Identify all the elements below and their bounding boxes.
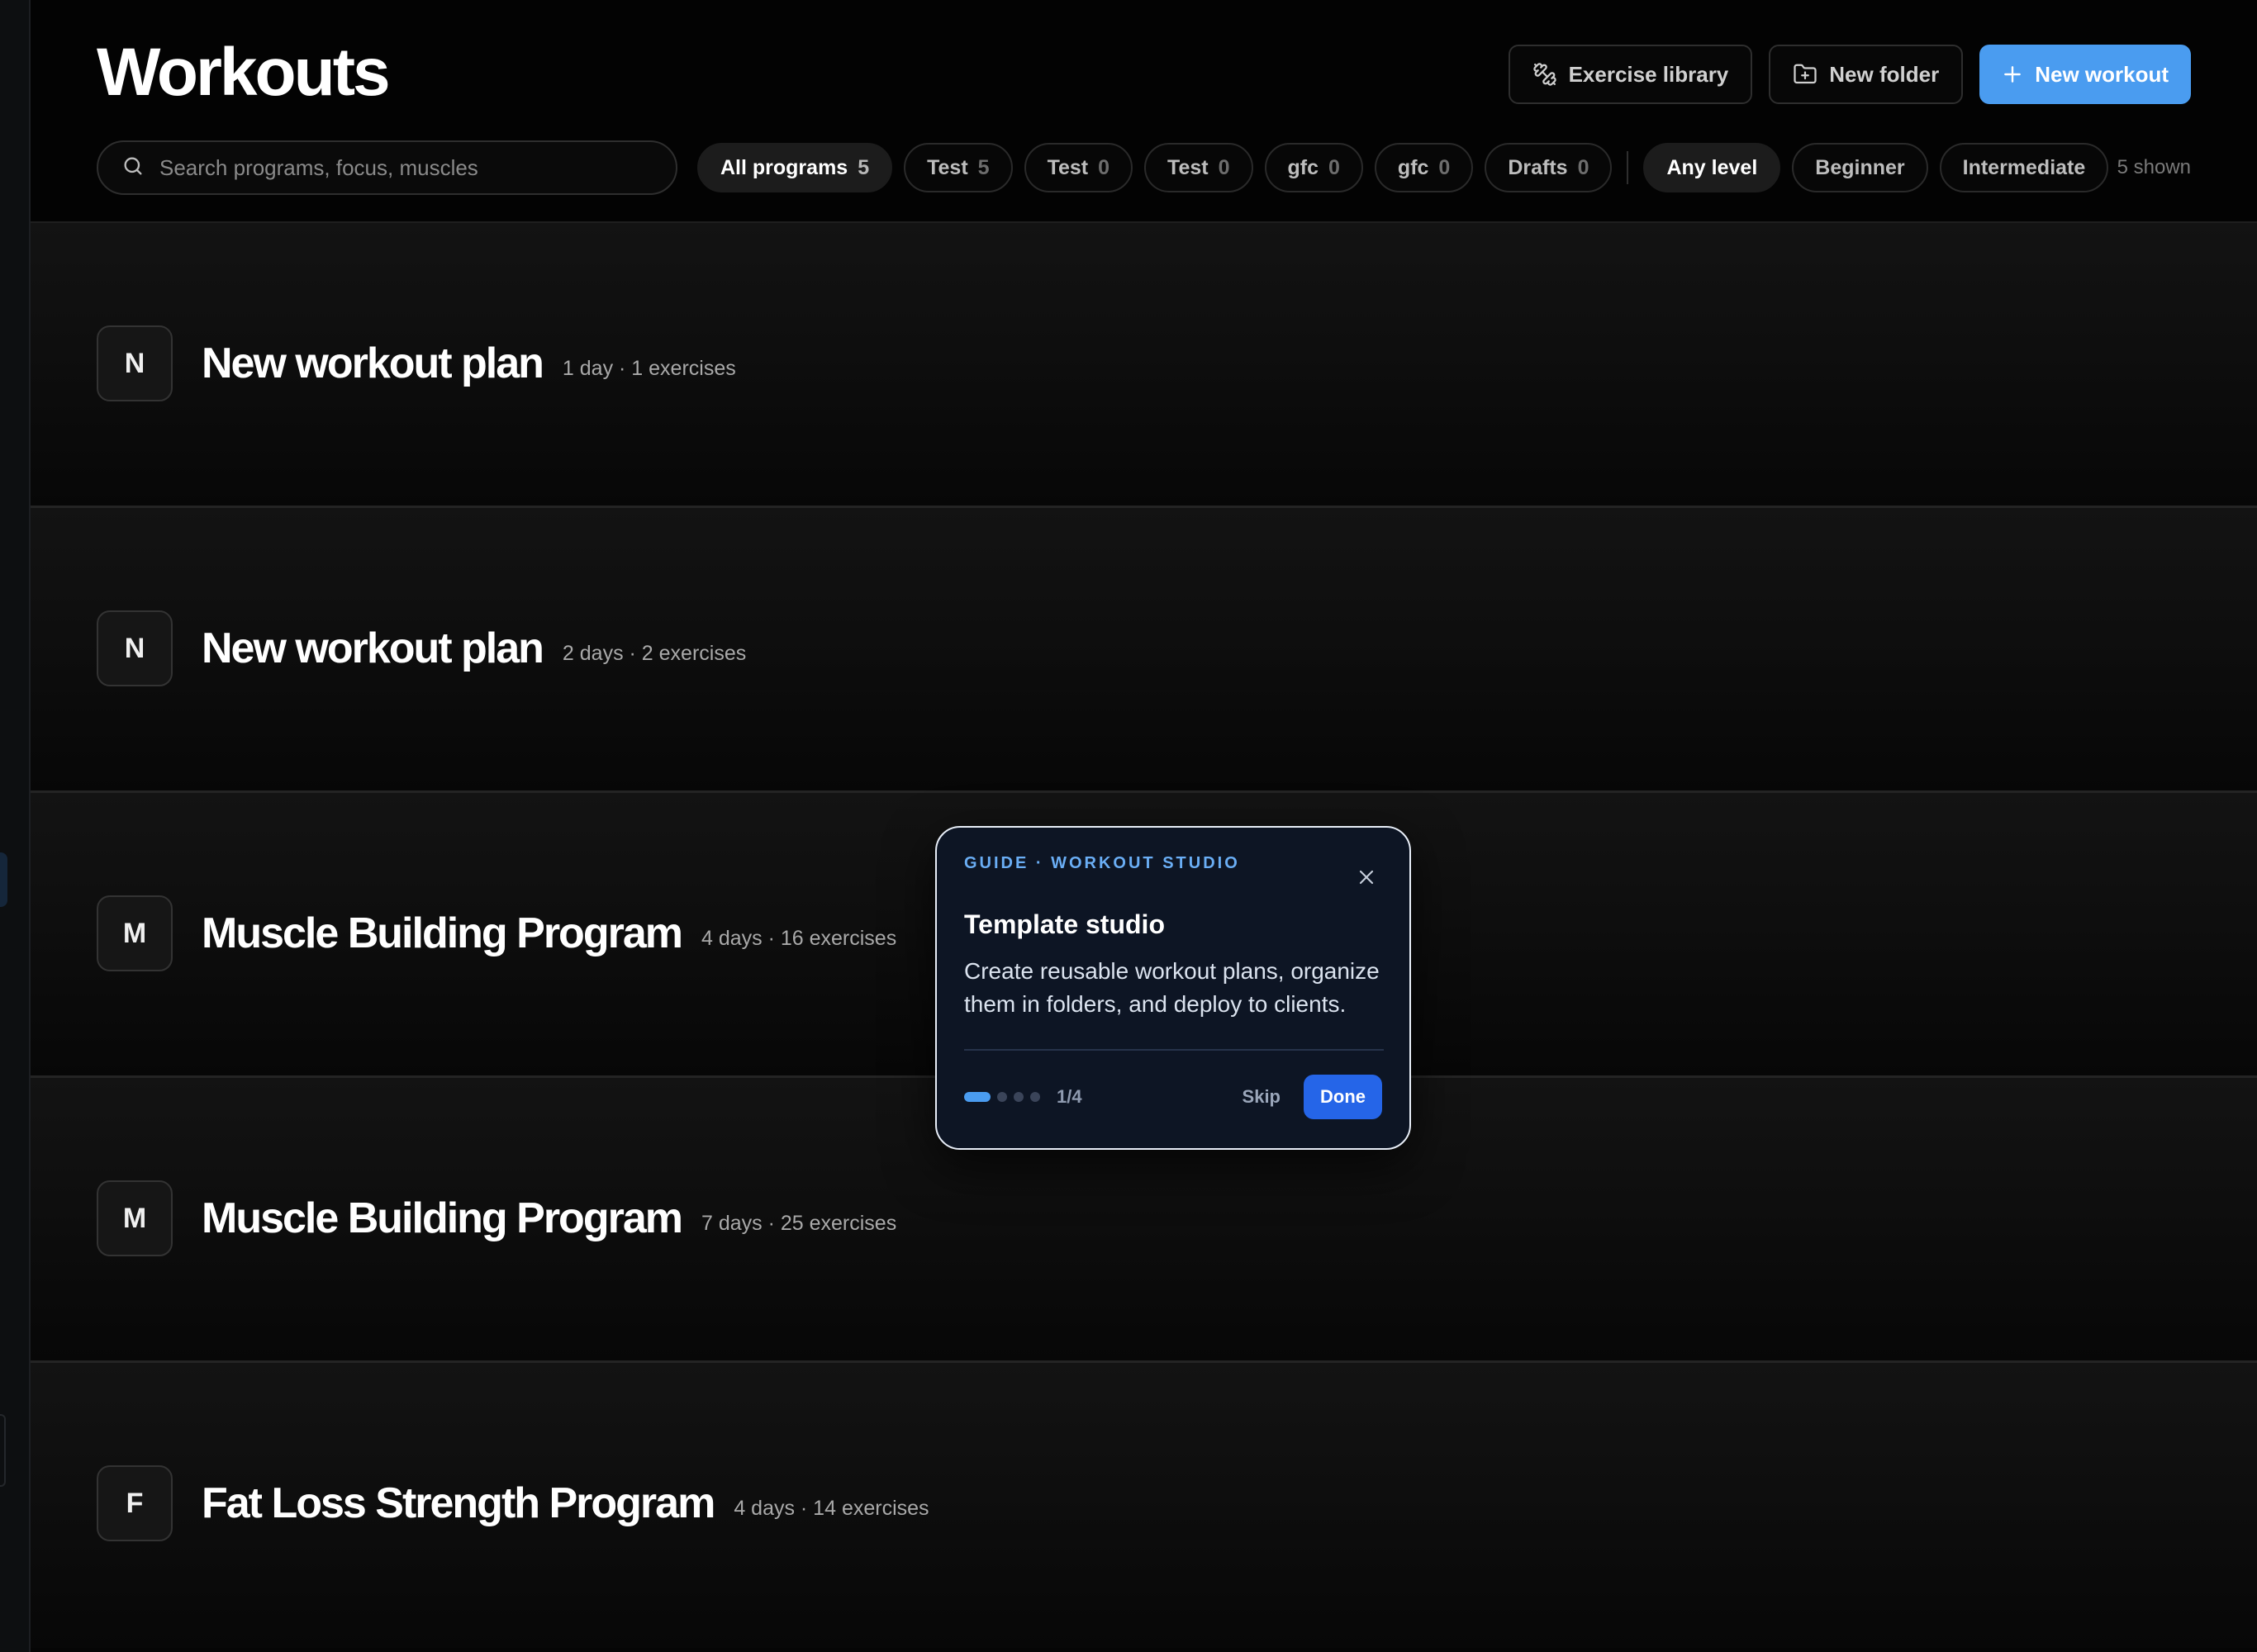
chip-count: 0 — [1438, 155, 1451, 179]
folder-plus-icon — [1793, 62, 1817, 87]
workout-title: New workout plan — [202, 624, 544, 672]
chip-label: Intermediate — [1962, 155, 2086, 179]
exercise-library-label: Exercise library — [1568, 61, 1729, 87]
guide-step-counter: 1/4 — [1057, 1086, 1082, 1107]
workouts-app: Workouts Exercise library New folder New… — [0, 0, 2257, 1652]
sidebar-edge — [0, 0, 31, 1652]
chip-label: Test — [927, 155, 968, 179]
exercise-library-button[interactable]: Exercise library — [1508, 45, 1753, 104]
chip-label: Any level — [1666, 155, 1758, 179]
new-workout-button[interactable]: New workout — [1979, 45, 2191, 104]
workout-meta: 7 days · 25 exercises — [701, 1211, 897, 1235]
chip-level-intermediate[interactable]: Intermediate — [1939, 143, 2109, 192]
progress-dot — [964, 1092, 991, 1102]
chip-folder-test[interactable]: Test 0 — [1144, 143, 1253, 192]
workout-meta: 4 days · 16 exercises — [701, 926, 897, 950]
workout-title: Muscle Building Program — [202, 1194, 683, 1242]
program-filters: All programs 5 Test 5 Test 0 Test 0 gfc — [697, 143, 2109, 192]
workout-avatar: M — [97, 1180, 173, 1256]
guide-footer: 1/4 Skip Done — [964, 1074, 1382, 1120]
chip-label: Beginner — [1815, 155, 1905, 179]
search-input[interactable] — [158, 154, 657, 182]
workout-heading: New workout plan 1 day · 1 exercises — [202, 325, 736, 401]
guide-progress-dots — [964, 1092, 1040, 1102]
close-icon[interactable] — [1355, 866, 1378, 889]
skip-button[interactable]: Skip — [1243, 1086, 1281, 1108]
workout-heading: Fat Loss Strength Program 4 days · 14 ex… — [202, 1465, 929, 1541]
chip-level-beginner[interactable]: Beginner — [1792, 143, 1928, 192]
workout-row[interactable]: F Fat Loss Strength Program 4 days · 14 … — [31, 1363, 2257, 1648]
guide-body: Create reusable workout plans, organize … — [964, 958, 1380, 1017]
chip-drafts[interactable]: Drafts 0 — [1485, 143, 1613, 192]
chip-label: gfc — [1287, 155, 1319, 179]
new-folder-button[interactable]: New folder — [1769, 45, 1964, 104]
search-box[interactable] — [97, 140, 677, 195]
chip-level-any[interactable]: Any level — [1643, 143, 1781, 192]
chip-count: 0 — [1218, 155, 1230, 179]
workout-heading: New workout plan 2 days · 2 exercises — [202, 610, 746, 686]
workout-row[interactable]: N New workout plan 2 days · 2 exercises — [31, 508, 2257, 793]
chip-count: 0 — [1328, 155, 1340, 179]
chip-label: All programs — [720, 155, 848, 179]
chip-folder-test[interactable]: Test 0 — [1024, 143, 1133, 192]
guide-divider — [964, 1049, 1384, 1051]
chip-label: Test — [1167, 155, 1209, 179]
progress-dot — [1014, 1092, 1024, 1102]
workout-row[interactable]: N New workout plan 1 day · 1 exercises — [31, 223, 2257, 508]
filter-divider — [1627, 151, 1629, 184]
chip-count: 5 — [977, 155, 990, 179]
workout-title: Muscle Building Program — [202, 909, 683, 957]
progress-dot — [1030, 1092, 1040, 1102]
chip-count: 0 — [1577, 155, 1589, 179]
dumbbell-icon — [1532, 62, 1557, 87]
guide-eyebrow: GUIDE · WORKOUT STUDIO — [964, 854, 1240, 872]
workout-avatar: F — [97, 1465, 173, 1541]
workout-meta: 1 day · 1 exercises — [562, 356, 736, 380]
progress-dot — [997, 1092, 1007, 1102]
new-workout-label: New workout — [2035, 61, 2169, 87]
chip-label: Drafts — [1508, 155, 1568, 179]
workout-avatar: M — [97, 895, 173, 971]
guide-popover: GUIDE · WORKOUT STUDIO Template studio C… — [935, 826, 1411, 1150]
chip-count: 5 — [858, 155, 870, 179]
sidebar-handle[interactable] — [0, 1414, 6, 1487]
chip-folder-gfc[interactable]: gfc 0 — [1374, 143, 1474, 192]
workout-meta: 4 days · 14 exercises — [734, 1496, 929, 1520]
page-header: Workouts Exercise library New folder New… — [31, 0, 2257, 223]
done-button[interactable]: Done — [1304, 1075, 1382, 1119]
plus-icon — [2002, 64, 2023, 85]
chip-all-programs[interactable]: All programs 5 — [697, 143, 893, 192]
chip-folder-test[interactable]: Test 5 — [904, 143, 1013, 192]
filter-row: All programs 5 Test 5 Test 0 Test 0 gfc — [97, 140, 2191, 195]
chip-label: Test — [1047, 155, 1089, 179]
chip-folder-gfc[interactable]: gfc 0 — [1264, 143, 1363, 192]
workout-heading: Muscle Building Program 4 days · 16 exer… — [202, 895, 896, 971]
search-icon — [121, 154, 145, 182]
shown-count: 5 shown — [2117, 156, 2191, 178]
workout-meta: 2 days · 2 exercises — [562, 641, 747, 665]
workout-avatar: N — [97, 325, 173, 401]
chip-label: gfc — [1397, 155, 1429, 179]
workout-title: Fat Loss Strength Program — [202, 1479, 715, 1527]
header-actions: Exercise library New folder New workout — [1508, 45, 2191, 104]
sidebar-active-indicator[interactable] — [0, 852, 7, 907]
workout-avatar: N — [97, 610, 173, 686]
chip-count: 0 — [1098, 155, 1110, 179]
workout-title: New workout plan — [202, 339, 544, 387]
new-folder-label: New folder — [1829, 61, 1940, 87]
guide-title: Template studio — [964, 909, 1165, 939]
page-title: Workouts — [97, 35, 391, 110]
workout-heading: Muscle Building Program 7 days · 25 exer… — [202, 1180, 896, 1256]
